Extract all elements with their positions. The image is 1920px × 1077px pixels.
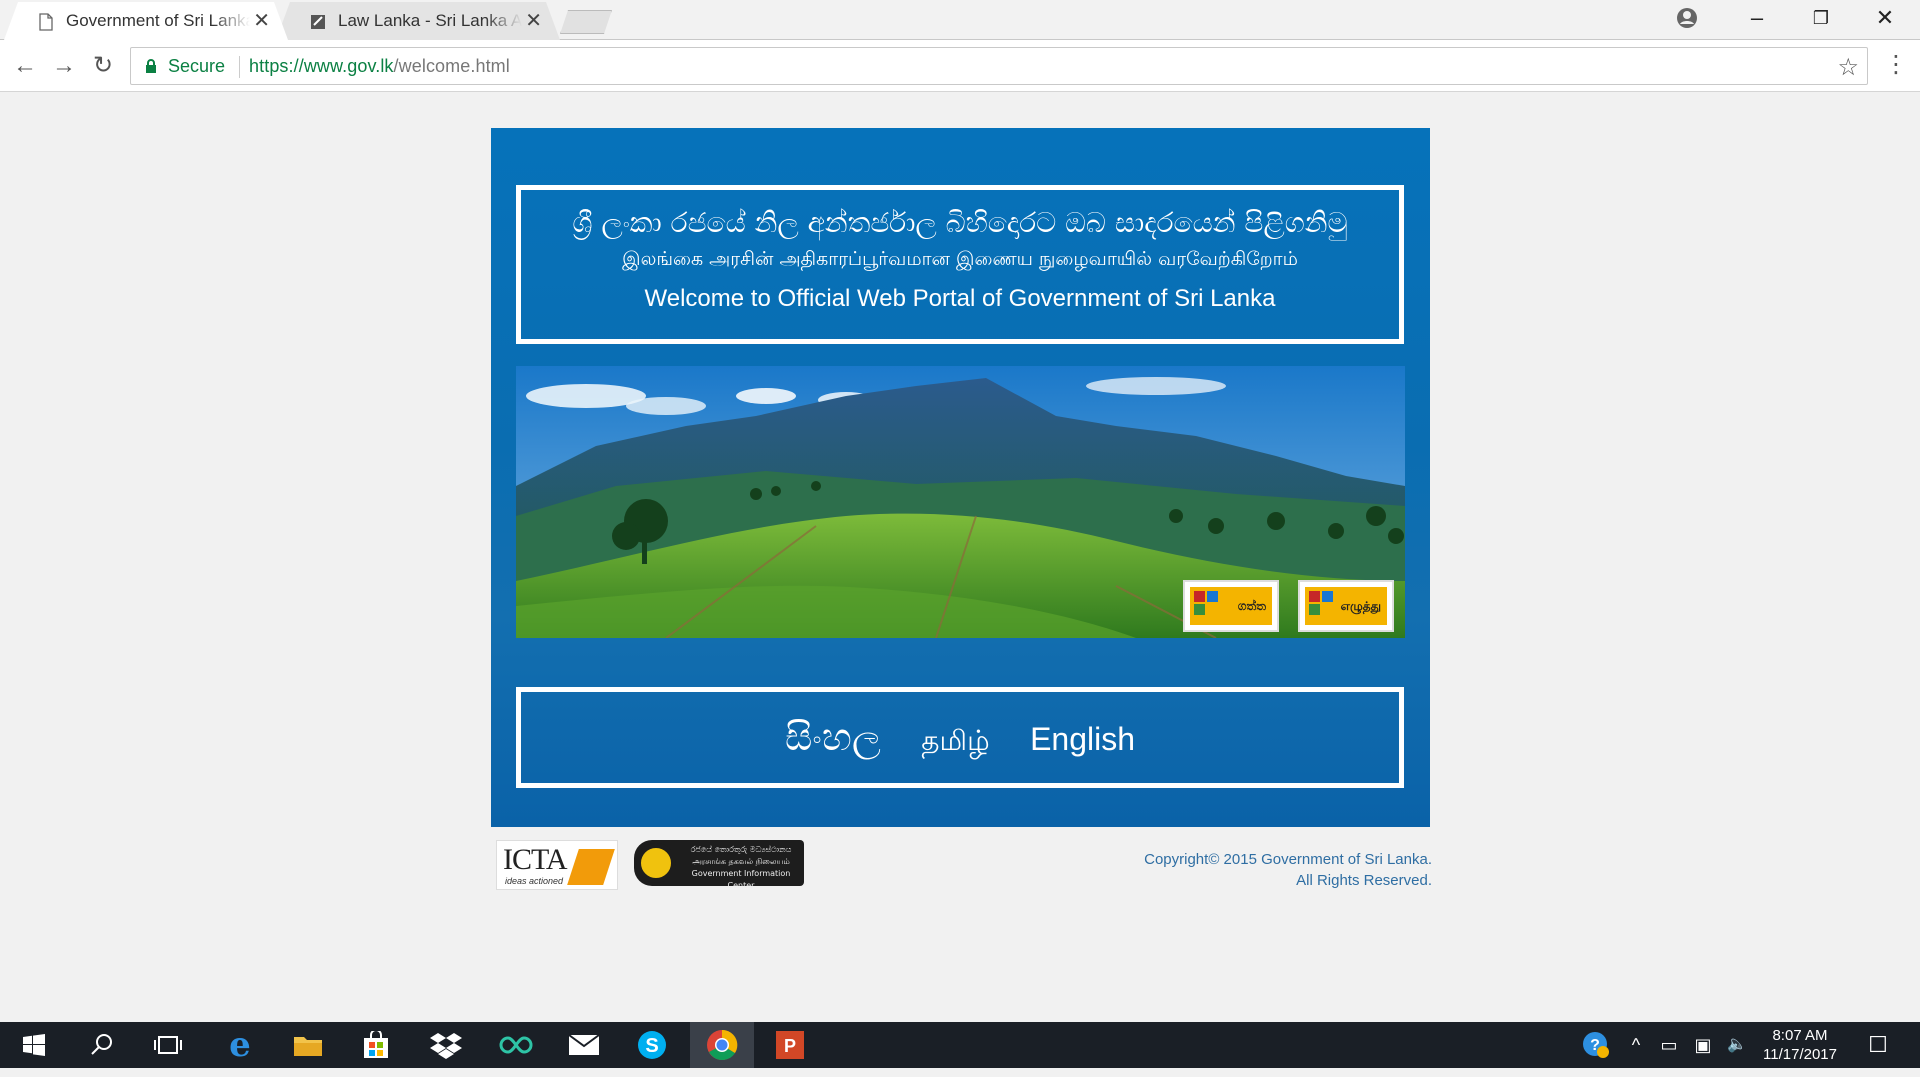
back-button[interactable]: ← <box>8 49 42 83</box>
browser-toolbar: ← → ↻ Secure https://www.gov.lk/welcome.… <box>0 40 1920 92</box>
mail-taskbar-icon[interactable] <box>552 1022 616 1068</box>
welcome-box: ශ්‍රී ලංකා රජයේ නිල අන්තර්ජාල බිහිදොරට ඔ… <box>516 185 1404 344</box>
show-hidden-icons-icon[interactable]: ^ <box>1622 1022 1650 1068</box>
sq-red <box>1309 591 1320 602</box>
sq-blue <box>1207 591 1218 602</box>
welcome-sinhala: ශ්‍රී ලංකා රජයේ නිල අන්තර්ජාල බිහිදොරට ඔ… <box>572 206 1348 239</box>
action-center-icon[interactable]: ☐ <box>1858 1022 1898 1068</box>
chrome-taskbar-icon[interactable] <box>690 1022 754 1068</box>
dropbox-taskbar-icon[interactable] <box>414 1022 478 1068</box>
sq-green <box>1194 604 1205 615</box>
infinity-taskbar-icon[interactable] <box>484 1022 548 1068</box>
gic-logo-text: රජයේ තොරතුරු මධ්‍යස්ථානය அரசாங்க தகவல் ந… <box>690 845 792 890</box>
copyright-line-2: All Rights Reserved. <box>1296 872 1432 889</box>
clock-date: 11/17/2017 <box>1763 1046 1837 1063</box>
gaththa-button[interactable]: ගත්ත <box>1183 580 1279 632</box>
volume-icon[interactable]: 🔈 <box>1722 1022 1752 1068</box>
tab-law-lanka[interactable]: Law Lanka - Sri Lanka Acts ✕ <box>276 2 560 40</box>
address-separator <box>239 56 240 78</box>
powerpoint-icon: P <box>776 1031 804 1059</box>
page-icon <box>39 13 53 31</box>
search-button[interactable] <box>70 1022 134 1068</box>
profile-icon[interactable] <box>1676 7 1698 29</box>
mail-icon <box>568 1034 600 1055</box>
edge-taskbar-icon[interactable]: e <box>208 1022 272 1068</box>
battery-icon[interactable]: ▭ <box>1654 1022 1684 1068</box>
clock-time: 8:07 AM <box>1772 1027 1828 1044</box>
restore-button[interactable]: ❐ <box>1790 0 1852 36</box>
chrome-icon <box>707 1029 738 1061</box>
chrome-menu-icon[interactable]: ⋮ <box>1884 53 1908 77</box>
law-lanka-favicon-icon <box>311 15 325 29</box>
sq-red <box>1194 591 1205 602</box>
clock[interactable]: 8:07 AM 11/17/2017 <box>1752 1026 1848 1064</box>
sq-blue <box>1322 591 1333 602</box>
copyright: Copyright© 2015 Government of Sri Lanka.… <box>1060 849 1432 891</box>
close-window-button[interactable]: ✕ <box>1854 0 1916 36</box>
icta-tagline: ideas actioned <box>505 876 564 886</box>
url-path: /welcome.html <box>393 56 510 76</box>
skype-icon: S <box>638 1031 666 1059</box>
task-view-icon <box>154 1036 182 1054</box>
tab-close-icon[interactable]: ✕ <box>253 2 270 40</box>
folder-icon <box>294 1037 322 1056</box>
windows-taskbar: e S P ? ^ ▭ ▣ 🔈 8:07 AM 11/17/2017 ☐ <box>0 1022 1920 1068</box>
address-bar[interactable]: Secure https://www.gov.lk/welcome.html ☆ <box>130 47 1868 85</box>
tab-government-of-sri-lanka[interactable]: Government of Sri Lanka ✕ <box>4 2 288 40</box>
ezhuththu-button[interactable]: எழுத்து <box>1298 580 1394 632</box>
svg-text:P: P <box>784 1036 796 1056</box>
lock-icon <box>146 59 156 73</box>
icta-mark-icon <box>567 849 615 885</box>
tab-title: Government of Sri Lanka <box>66 11 250 30</box>
reload-button[interactable]: ↻ <box>86 49 120 83</box>
skype-taskbar-icon[interactable]: S <box>620 1022 684 1068</box>
forward-button[interactable]: → <box>47 49 81 83</box>
dropbox-icon <box>430 1033 462 1059</box>
lang-english-link[interactable]: English <box>1030 694 1135 785</box>
icta-logo[interactable]: ICTA ideas actioned <box>496 840 618 890</box>
welcome-portal: ශ්‍රී ලංකා රජයේ නිල අන්තර්ජාල බිහිදොරට ඔ… <box>491 128 1430 827</box>
copyright-line-1: Copyright© 2015 Government of Sri Lanka. <box>1144 851 1432 868</box>
help-icon: ? <box>1583 1032 1609 1058</box>
bookmark-star-icon[interactable]: ☆ <box>1837 53 1859 82</box>
sq-green <box>1309 604 1320 615</box>
help-tray-icon[interactable]: ? <box>1578 1022 1614 1068</box>
tab-strip: Government of Sri Lanka ✕ Law Lanka - Sr… <box>0 0 1920 40</box>
gic-logo[interactable]: රජයේ තොරතුරු මධ්‍යස්ථානය அரசாங்க தகவல் ந… <box>634 840 804 890</box>
task-view-button[interactable] <box>136 1022 200 1068</box>
start-button[interactable] <box>2 1022 66 1068</box>
store-taskbar-icon[interactable] <box>344 1022 408 1068</box>
tab-title: Law Lanka - Sri Lanka Acts <box>338 11 522 30</box>
icta-logo-text: ICTA <box>503 843 568 876</box>
tab-close-icon[interactable]: ✕ <box>525 2 542 40</box>
minimize-button[interactable]: – <box>1726 0 1788 36</box>
file-explorer-taskbar-icon[interactable] <box>276 1022 340 1068</box>
search-icon <box>91 1034 112 1055</box>
secure-label: Secure <box>168 56 226 76</box>
gaththa-label: ගත්ත <box>1237 599 1266 613</box>
ezhuththu-label: எழுத்து <box>1340 599 1381 613</box>
network-icon[interactable]: ▣ <box>1688 1022 1718 1068</box>
infinity-icon <box>499 1036 533 1054</box>
store-icon <box>364 1029 388 1058</box>
lang-sinhala-link[interactable]: සිංහල <box>785 692 881 783</box>
lang-tamil-link[interactable]: தமிழ் <box>921 695 989 786</box>
svg-text:S: S <box>645 1035 658 1057</box>
language-selector: සිංහල தமிழ் English <box>516 687 1404 788</box>
gic-emblem-icon <box>636 843 676 883</box>
welcome-tamil: இலங்கை அரசின் அதிகாரப்பூர்வமான இணைய நுழை… <box>622 248 1298 270</box>
url-text[interactable]: https://www.gov.lk/welcome.html <box>249 56 510 77</box>
url-host: https://www.gov.lk <box>249 56 394 76</box>
powerpoint-taskbar-icon[interactable]: P <box>758 1022 822 1068</box>
windows-logo-icon <box>23 1034 45 1056</box>
welcome-english: Welcome to Official Web Portal of Govern… <box>644 285 1276 312</box>
new-tab-button[interactable] <box>560 10 612 34</box>
edge-icon: e <box>229 1025 251 1065</box>
landscape-banner: ගත්ත எழுத்து <box>516 366 1405 638</box>
